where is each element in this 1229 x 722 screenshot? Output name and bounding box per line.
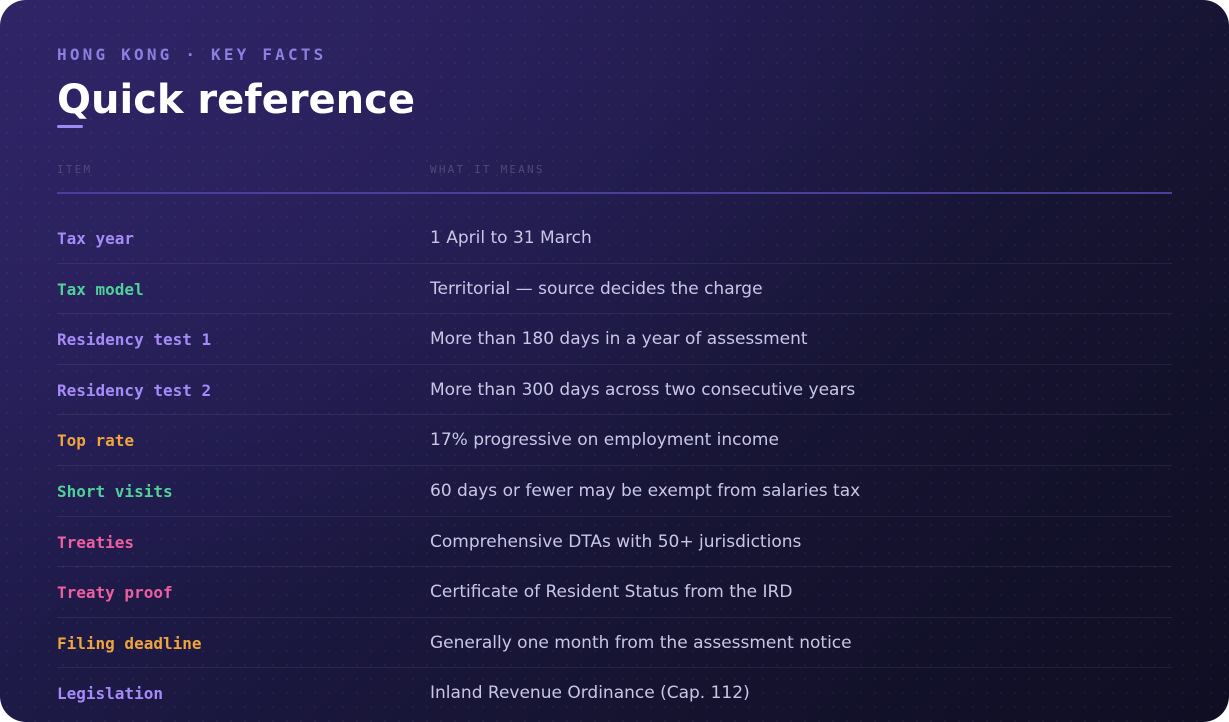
table-row: Legislation Inland Revenue Ordinance (Ca… [57,668,1172,719]
table-row: Short visits 60 days or fewer may be exe… [57,466,1172,517]
row-item: Short visits [57,481,173,501]
row-item: Residency test 2 [57,380,212,400]
row-item: Residency test 1 [57,330,212,350]
row-meaning: Territorial — source decides the charge [430,278,763,299]
table-row: Treaties Comprehensive DTAs with 50+ jur… [57,517,1172,568]
table-row: Top rate 17% progressive on employment i… [57,415,1172,466]
page-title: Quick reference [57,77,415,123]
table-row: Treaty proof Certificate of Resident Sta… [57,567,1172,618]
facts-table: Tax year 1 April to 31 March Tax model T… [57,213,1172,719]
table-row: Tax model Territorial — source decides t… [57,264,1172,315]
row-meaning: 60 days or fewer may be exempt from sala… [430,480,861,501]
table-row: Residency test 2 More than 300 days acro… [57,365,1172,416]
row-meaning: 17% progressive on employment income [430,430,779,451]
title-underline [57,125,83,128]
column-header-item: ITEM [57,163,93,176]
row-meaning: 1 April to 31 March [430,228,592,248]
row-item: Filing deadline [57,633,202,653]
row-item: Tax year [57,229,135,248]
row-meaning: Generally one month from the assessment … [430,632,852,653]
table-row: Filing deadline Generally one month from… [57,618,1172,669]
header-divider [57,192,1172,194]
row-meaning: Certificate of Resident Status from the … [430,582,793,603]
quick-reference-card: HONG KONG · KEY FACTS Quick reference IT… [0,0,1229,722]
row-meaning: Comprehensive DTAs with 50+ jurisdiction… [430,531,802,552]
table-row: Residency test 1 More than 180 days in a… [57,314,1172,365]
row-item: Tax model [57,279,144,299]
row-item: Legislation [57,684,163,704]
row-meaning: More than 180 days in a year of assessme… [430,329,808,350]
row-item: Top rate [57,431,135,451]
row-item: Treaties [57,532,135,552]
row-item: Treaty proof [57,583,173,603]
row-meaning: Inland Revenue Ordinance (Cap. 112) [430,683,750,704]
table-row: Tax year 1 April to 31 March [57,213,1172,264]
eyebrow-label: HONG KONG · KEY FACTS [57,45,327,64]
row-meaning: More than 300 days across two consecutiv… [430,379,856,400]
column-header-meaning: WHAT IT MEANS [430,163,545,176]
